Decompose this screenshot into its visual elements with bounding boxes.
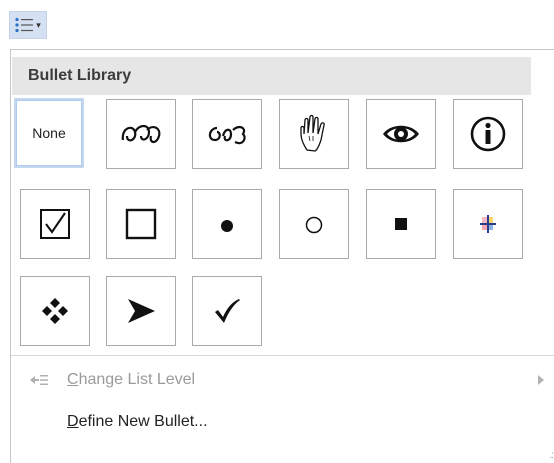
ornate-scroll-icon [208, 125, 246, 145]
ornate-scroll-icon [121, 124, 161, 144]
bullet-tile-info[interactable] [453, 99, 523, 169]
bullet-tile-four-diamonds[interactable] [20, 276, 90, 346]
info-circle-icon [470, 116, 506, 152]
bullet-tile-eye[interactable] [366, 99, 436, 169]
bulleted-list-icon [15, 17, 34, 33]
bullet-tile-filled-dot[interactable] [192, 189, 262, 259]
change-level-icon [11, 373, 67, 387]
tile-label: None [32, 125, 66, 141]
chevron-right-icon [538, 375, 544, 385]
resize-grip-icon[interactable]: .: [549, 450, 553, 461]
hollow-circle-icon [305, 216, 323, 234]
change-list-level-item[interactable]: Change List Level [11, 365, 554, 395]
bullet-tile-none[interactable]: None [14, 98, 84, 168]
eye-icon [383, 125, 419, 143]
bullet-tile-ornate-1[interactable] [106, 99, 176, 169]
bullet-tile-checkmark[interactable] [192, 276, 262, 346]
bullet-tile-checkbox[interactable] [20, 189, 90, 259]
menu-separator [11, 355, 554, 356]
four-diamonds-icon [42, 298, 68, 324]
bullet-tile-hand[interactable] [279, 99, 349, 169]
bullet-library-menu: Bullet Library None Change List Level De… [10, 49, 554, 463]
define-new-bullet-item[interactable]: Define New Bullet... [11, 407, 554, 437]
checkmark-icon [215, 299, 240, 323]
bullet-tile-hollow-square[interactable] [106, 189, 176, 259]
define-new-bullet-label: Define New Bullet... [67, 413, 208, 430]
arrowhead-icon [128, 299, 155, 323]
hand-icon [300, 114, 325, 152]
change-list-level-label: Change List Level [67, 371, 196, 388]
bullet-tile-filled-square[interactable] [366, 189, 436, 259]
bullet-tile-ornate-2[interactable] [192, 99, 262, 169]
bullet-tile-hollow-circle[interactable] [279, 189, 349, 259]
checked-box-icon [40, 209, 70, 239]
filled-circle-icon [221, 220, 233, 232]
bullets-button[interactable]: ▾ [9, 11, 47, 39]
chevron-down-icon[interactable]: ▾ [36, 20, 41, 30]
hollow-square-icon [125, 208, 157, 240]
section-title: Bullet Library [12, 57, 531, 95]
color-cross-icon [480, 215, 496, 233]
bullet-tile-color-cross[interactable] [453, 189, 523, 259]
filled-square-icon [395, 218, 407, 230]
bullet-tile-arrowhead[interactable] [106, 276, 176, 346]
